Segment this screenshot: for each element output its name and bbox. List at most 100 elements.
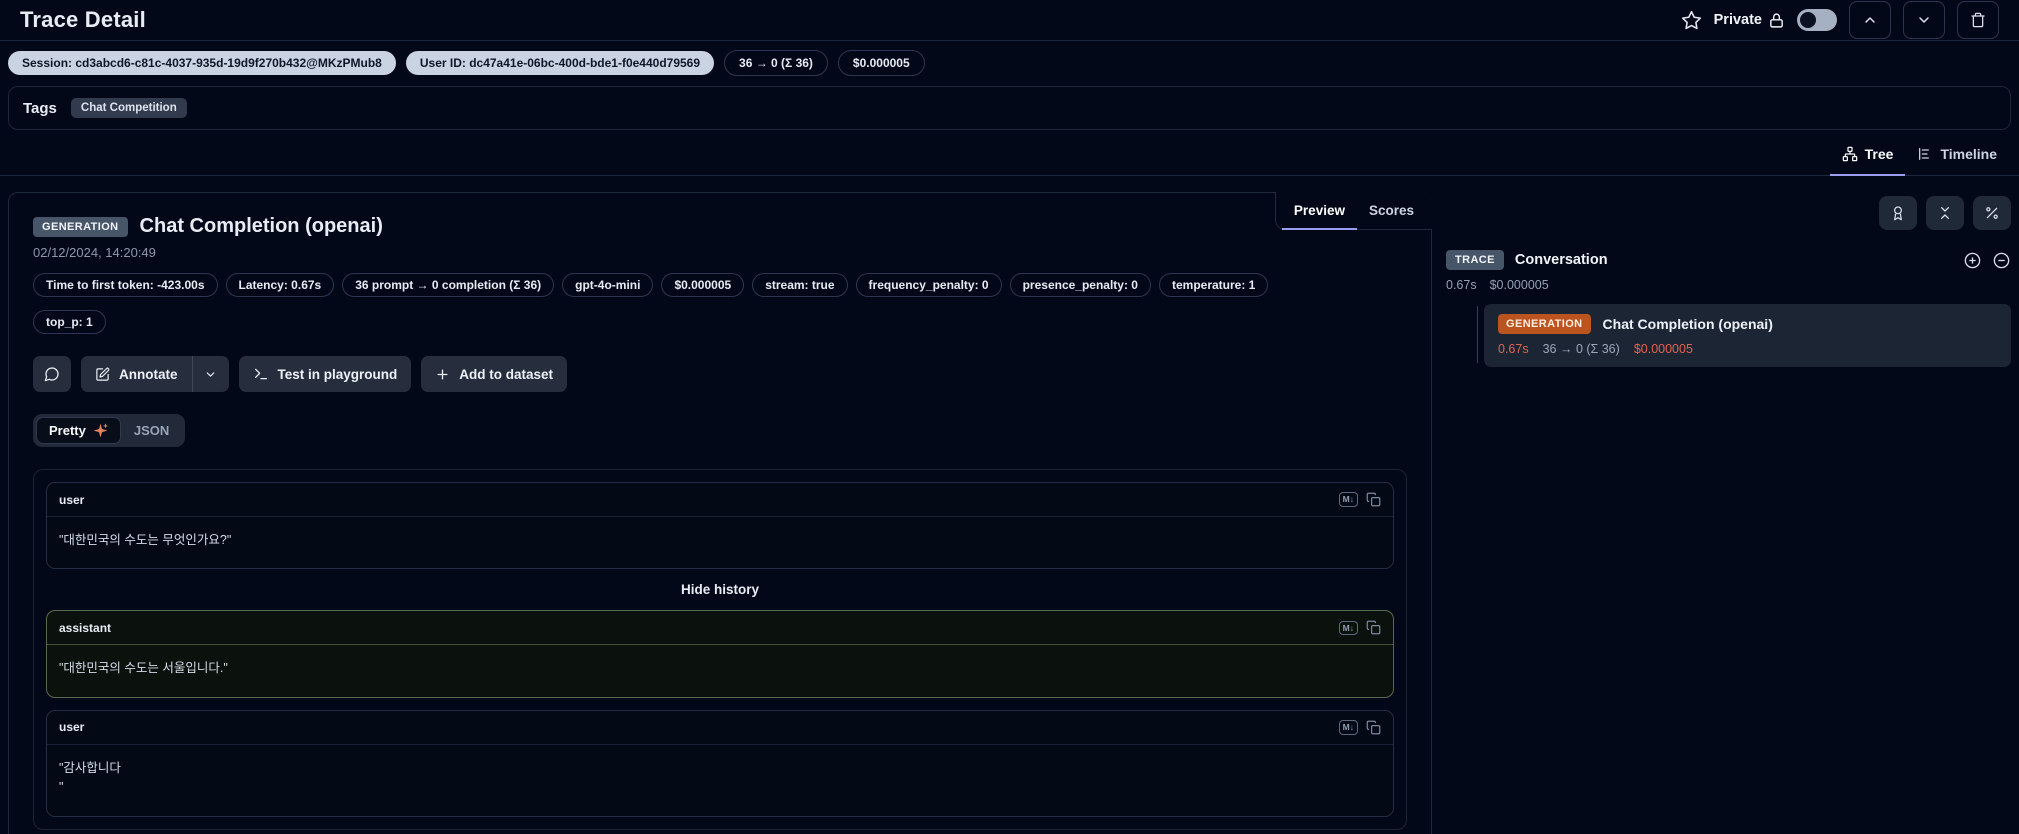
privacy-label: Private (1713, 12, 1762, 28)
tab-preview[interactable]: Preview (1281, 194, 1357, 230)
format-toggle: Pretty JSON (33, 414, 186, 447)
temperature-badge: temperature: 1 (1158, 273, 1269, 297)
bookmark-star-icon[interactable] (1681, 10, 1702, 31)
trash-icon (1971, 12, 1985, 28)
top-p-badge: top_p: 1 (33, 310, 106, 334)
tab-tree-label: Tree (1864, 146, 1894, 162)
annotate-dropdown-button[interactable] (193, 356, 229, 392)
annotate-button[interactable]: Annotate (81, 356, 192, 392)
meta-badges-row-2: top_p: 1 (33, 310, 1407, 334)
message-content: "대한민국의 수도는 무엇인가요?" (59, 533, 232, 547)
annotate-split-button: Annotate (81, 356, 229, 392)
presence-penalty-badge: presence_penalty: 0 (1009, 273, 1151, 297)
markdown-toggle-icon[interactable]: M↓ (1338, 720, 1358, 735)
sparkles-icon (94, 423, 108, 437)
trace-metrics: 0.67s $0.000005 (1446, 278, 2011, 292)
content-area: Preview Scores GENERATION Chat Completio… (0, 176, 2019, 834)
chevrons-collapse-icon (1941, 207, 1949, 219)
markdown-toggle-icon[interactable]: M↓ (1338, 492, 1358, 507)
toggle-metrics-button[interactable] (1973, 196, 2011, 230)
copy-icon[interactable] (1366, 720, 1381, 735)
tab-timeline-label: Timeline (1940, 146, 1997, 162)
add-to-dataset-label: Add to dataset (459, 366, 554, 382)
message-content: "대한민국의 수도는 서울입니다." (59, 661, 228, 676)
playground-label: Test in playground (277, 366, 398, 382)
tab-scores[interactable]: Scores (1357, 194, 1426, 230)
generation-tokens: 36 → 0 (Σ 36) (1542, 342, 1620, 356)
tag-chip[interactable]: Chat Competition (70, 98, 187, 118)
tab-timeline[interactable]: Timeline (1905, 136, 2009, 176)
io-messages-container: user M↓ "대한민국의 수도는 무엇인가요?" Hide history … (33, 469, 1407, 830)
page-title: Trace Detail (20, 7, 146, 32)
cost-badge: $0.000005 (837, 50, 925, 76)
tree-connector-line (1477, 306, 1478, 363)
generation-type-badge: GENERATION (33, 216, 128, 237)
collapse-tree-button[interactable] (1926, 196, 1964, 230)
message-role: user (59, 720, 85, 735)
lock-icon (1768, 12, 1785, 29)
user-id-badge[interactable]: User ID: dc47a41e-06bc-400d-bde1-f0e440d… (405, 51, 715, 75)
playground-button[interactable]: Test in playground (238, 356, 412, 392)
markdown-toggle-icon[interactable]: M↓ (1338, 620, 1358, 636)
expand-all-icon[interactable] (1963, 251, 1982, 270)
percent-icon (1986, 207, 1998, 219)
previous-trace-button[interactable] (1849, 1, 1891, 39)
message-role: assistant (59, 620, 112, 635)
terminal-icon (254, 368, 267, 380)
actions-row: Annotate Test in playground Add to datas… (33, 356, 1407, 392)
next-trace-button[interactable] (1903, 1, 1945, 39)
plus-icon (437, 368, 448, 380)
chevron-up-icon (1865, 17, 1875, 23)
tab-tree[interactable]: Tree (1829, 136, 1906, 176)
message-role: user (59, 492, 85, 507)
toggle-knob (1800, 12, 1816, 28)
model-badge[interactable]: gpt-4o-mini (562, 273, 654, 297)
comments-button[interactable] (33, 356, 71, 392)
meta-badges-row-1: Time to first token: -423.00s Latency: 0… (33, 273, 1407, 297)
generation-cost: $0.000005 (1633, 342, 1693, 356)
chevron-down-icon (1919, 17, 1929, 23)
pretty-label: Pretty (49, 423, 86, 438)
top-bar: Trace Detail Private (0, 0, 2019, 41)
public-toggle[interactable] (1797, 9, 1837, 31)
format-json-button[interactable]: JSON (121, 417, 182, 444)
view-tabs-bar: Tree Timeline (0, 130, 2019, 176)
observation-detail-panel: Preview Scores GENERATION Chat Completio… (8, 192, 1432, 834)
trace-cost: $0.000005 (1489, 278, 1549, 292)
trace-root-row[interactable]: TRACE Conversation (1446, 250, 2011, 270)
hide-history-button[interactable]: Hide history (46, 569, 1394, 610)
comment-bubble-icon (44, 367, 59, 382)
tags-label: Tags (23, 99, 57, 117)
trace-badge: TRACE (1446, 250, 1504, 270)
copy-icon[interactable] (1366, 620, 1381, 635)
chevron-down-icon (206, 371, 215, 377)
privacy-control[interactable]: Private (1714, 12, 1785, 29)
copy-icon[interactable] (1366, 492, 1381, 507)
generation-tree-item[interactable]: GENERATION Chat Completion (openai) 0.67… (1484, 304, 2011, 367)
cost-badge: $0.000005 (661, 273, 745, 297)
token-usage-badge: 36 → 0 (Σ 36) (724, 50, 828, 76)
generation-title: Chat Completion (openai) (1602, 316, 1773, 332)
generation-badge: GENERATION (1498, 314, 1591, 334)
message-content: "감사합니다 " (59, 760, 121, 795)
edit-pen-icon (96, 367, 110, 381)
timeline-icon (1919, 148, 1930, 160)
sidebar-actions (1446, 196, 2011, 230)
latency-badge: Latency: 0.67s (225, 273, 335, 297)
collapse-all-icon[interactable] (1992, 251, 2011, 270)
session-badge[interactable]: Session: cd3abcd6-c81c-4037-935d-19d9f27… (8, 51, 396, 75)
ttft-badge: Time to first token: -423.00s (33, 273, 218, 297)
delete-trace-button[interactable] (1957, 1, 1999, 39)
trace-latency: 0.67s (1446, 278, 1477, 292)
annotate-label: Annotate (119, 366, 178, 382)
add-to-dataset-button[interactable]: Add to dataset (421, 356, 568, 392)
message-assistant: assistant M↓ "대한민국의 수도는 서울입니다." (46, 610, 1394, 698)
panel-tabs-bar: Preview Scores (1274, 192, 1432, 230)
award-icon (1894, 206, 1902, 221)
format-pretty-button[interactable]: Pretty (36, 417, 121, 444)
trace-title: Conversation (1514, 252, 1608, 268)
tree-children: GENERATION Chat Completion (openai) 0.67… (1446, 304, 2011, 367)
message-user-1: user M↓ "대한민국의 수도는 무엇인가요?" (46, 482, 1394, 570)
generation-latency: 0.67s (1498, 342, 1529, 356)
toggle-scores-button[interactable] (1879, 196, 1917, 230)
